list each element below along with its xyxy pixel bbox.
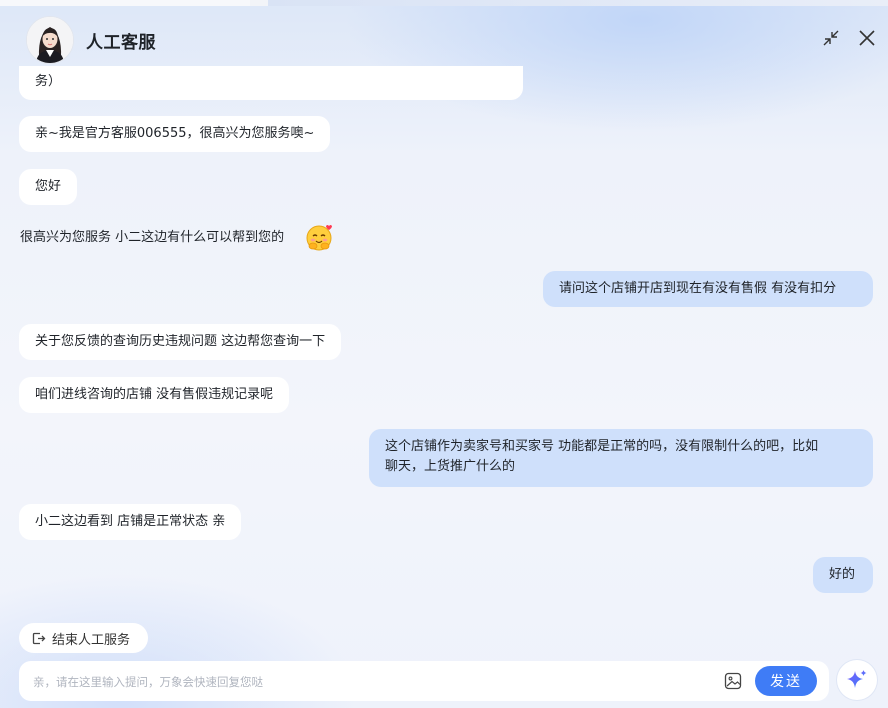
send-button[interactable]: 发送 [755,666,817,696]
chat-header: 人工客服 [0,6,888,72]
message-text: 小二这边看到 店铺是正常状态 亲 [35,514,226,529]
hug-emoji-icon [304,222,334,252]
message-text: 务） [35,74,62,89]
image-upload-icon[interactable] [724,672,742,690]
bot-message: 很高兴为您服务 小二这边有什么可以帮到您的 [20,228,284,248]
message-text: 您好 [35,179,62,194]
page-title: 人工客服 [86,33,156,53]
close-icon [859,30,875,46]
message-text: 聊天，上货推广什么的 [385,459,516,474]
bot-message: 咱们进线咨询的店铺 没有售假违规记录呢 [19,377,290,413]
bot-message: 您好 [19,169,78,205]
bot-message: 务） [19,66,523,100]
message-text: 关于您反馈的查询历史违规问题 这边帮您查询一下 [35,334,326,349]
message-text: 很高兴为您服务 小二这边有什么可以帮到您的 [20,230,285,245]
message-text: 这个店铺作为卖家号和买家号 功能都是正常的吗，没有限制什么的吧，比如 [385,439,819,454]
message-input-box: 发送 [19,661,829,701]
bot-message: 关于您反馈的查询历史违规问题 这边帮您查询一下 [19,324,342,360]
bot-message: 小二这边看到 店铺是正常状态 亲 [19,504,242,540]
logout-icon [32,632,46,644]
ai-assistant-button[interactable] [837,660,877,700]
user-message: 请问这个店铺开店到现在有没有售假 有没有扣分 [543,271,873,307]
end-service-label: 结束人工服务 [52,632,131,648]
collapse-icon [823,30,839,46]
minimize-button[interactable] [819,26,843,50]
bot-message: 亲~我是官方客服006555，很高兴为您服务噢~ [19,116,331,152]
close-button[interactable] [855,26,879,50]
agent-avatar [26,16,74,64]
user-message: 这个店铺作为卖家号和买家号 功能都是正常的吗，没有限制什么的吧，比如 聊天，上货… [369,429,873,487]
message-text: 请问这个店铺开店到现在有没有售假 有没有扣分 [559,281,837,296]
sparkle-icon [847,670,867,688]
end-service-button[interactable]: 结束人工服务 [19,623,148,653]
user-message: 好的 [813,557,873,593]
message-text: 亲~我是官方客服006555，很高兴为您服务噢~ [35,126,315,141]
chat-window: 人工客服 务） 亲~我是官方客服006555，很高兴为您服务噢~ 您好 很高兴为… [0,0,888,708]
message-input[interactable] [31,671,715,693]
message-text: 咱们进线咨询的店铺 没有售假违规记录呢 [35,387,274,402]
message-text: 好的 [829,567,856,582]
